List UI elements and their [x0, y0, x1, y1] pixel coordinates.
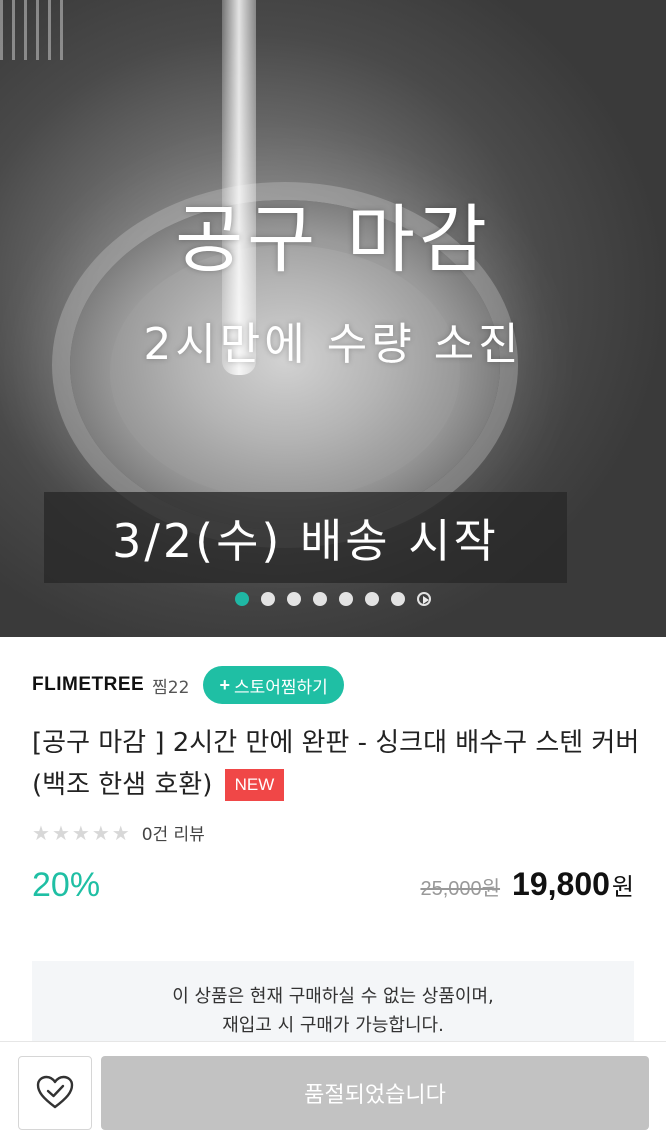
store-row: FLIMETREE 찜22 + 스토어찜하기: [32, 665, 344, 705]
shipping-banner-text: 3/2(수) 배송 시작: [112, 513, 499, 568]
price-block: 25,000원 19,800 원: [420, 866, 634, 903]
star-icon: ★: [32, 820, 50, 845]
store-follow-label: 스토어찜하기: [233, 677, 328, 697]
currency-unit: 원: [611, 873, 634, 901]
hero-title: 공구 마감: [175, 197, 491, 283]
sale-price: 19,800: [512, 866, 610, 902]
heart-check-icon: [35, 1074, 75, 1113]
star-icon: ★: [71, 820, 90, 845]
review-count[interactable]: 0건 리뷰: [142, 820, 205, 845]
bottom-action-bar: 품절되었습니다: [0, 1041, 666, 1143]
soldout-notice-line2: 재입고 시 구매가 가능합니다.: [222, 1015, 444, 1036]
rating-row[interactable]: ★ ★ ★ ★ ★ 0건 리뷰: [32, 820, 205, 846]
dish-rack-decoration: [0, 0, 70, 60]
product-title: [공구 마감 ] 2시간 만에 완판 - 싱크대 배수구 스텐 커버 (백조 한…: [32, 722, 642, 806]
carousel-dot[interactable]: [313, 592, 327, 606]
soldout-notice-line1: 이 상품은 현재 구매하실 수 없는 상품이며,: [172, 986, 494, 1007]
original-price: 25,000원: [420, 878, 501, 900]
star-rating: ★ ★ ★ ★ ★: [32, 823, 130, 843]
play-icon[interactable]: [417, 592, 431, 606]
star-icon: ★: [91, 820, 110, 845]
shipping-banner: 3/2(수) 배송 시작: [44, 492, 567, 583]
store-name[interactable]: FLIMETREE: [32, 674, 144, 696]
discount-rate: 20%: [32, 866, 101, 904]
store-like-count: 찜22: [152, 677, 190, 698]
carousel-dot[interactable]: [339, 592, 353, 606]
hero-subtitle: 2시만에 수량 소진: [143, 319, 523, 370]
soldout-button[interactable]: 품절되었습니다: [101, 1056, 649, 1130]
soldout-notice: 이 상품은 현재 구매하실 수 없는 상품이며, 재입고 시 구매가 가능합니다…: [32, 961, 634, 1041]
carousel-indicator: [0, 592, 666, 606]
carousel-dot[interactable]: [261, 592, 275, 606]
carousel-dot[interactable]: [287, 592, 301, 606]
carousel-dot[interactable]: [391, 592, 405, 606]
star-icon: ★: [51, 820, 70, 845]
plus-icon: +: [219, 674, 230, 695]
carousel-dot[interactable]: [365, 592, 379, 606]
carousel-dot[interactable]: [235, 592, 249, 606]
product-title-text: [공구 마감 ] 2시간 만에 완판 - 싱크대 배수구 스텐 커버 (백조 한…: [32, 728, 640, 800]
product-image-carousel[interactable]: 공구 마감 2시만에 수량 소진 3/2(수) 배송 시작: [0, 0, 666, 637]
new-badge: NEW: [224, 769, 285, 801]
star-icon: ★: [111, 820, 130, 845]
wishlist-button[interactable]: [18, 1056, 92, 1130]
store-follow-button[interactable]: + 스토어찜하기: [203, 666, 344, 704]
